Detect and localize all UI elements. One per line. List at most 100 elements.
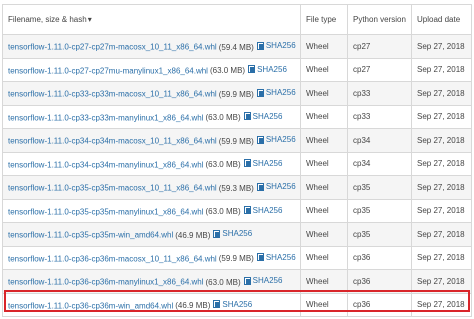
sha256-link[interactable]: SHA256: [256, 88, 296, 97]
file-download-link[interactable]: tensorflow-1.11.0-cp34-cp34m-manylinux1_…: [8, 160, 204, 169]
file-size: (63.0 MB): [205, 207, 241, 216]
copy-icon: [243, 112, 251, 120]
file-download-link[interactable]: tensorflow-1.11.0-cp35-cp35m-macosx_10_1…: [8, 184, 217, 193]
python-version-cell: cp36: [347, 292, 412, 317]
upload-date-cell: Sep 27, 2018: [411, 151, 472, 176]
file-size: (63.0 MB): [205, 113, 241, 122]
filename-cell: tensorflow-1.11.0-cp36-cp36m-win_amd64.w…: [2, 292, 301, 317]
file-download-link[interactable]: tensorflow-1.11.0-cp35-cp35m-manylinux1_…: [8, 207, 204, 216]
upload-date-cell: Sep 27, 2018: [411, 34, 472, 59]
sha256-link[interactable]: SHA256: [256, 135, 296, 144]
filename-cell: tensorflow-1.11.0-cp27-cp27m-macosx_10_1…: [2, 34, 301, 59]
file-type-cell: Wheel: [300, 198, 348, 223]
file-download-link[interactable]: tensorflow-1.11.0-cp36-cp36m-macosx_10_1…: [8, 254, 217, 263]
sha256-label: SHA256: [252, 158, 283, 168]
file-download-link[interactable]: tensorflow-1.11.0-cp27-cp27m-macosx_10_1…: [8, 43, 217, 52]
file-size: (63.0 MB): [209, 66, 246, 75]
file-size: (59.9 MB): [218, 89, 254, 99]
file-download-link[interactable]: tensorflow-1.11.0-cp27-cp27mu-manylinux1…: [8, 66, 208, 75]
python-version-cell: cp36: [347, 269, 412, 294]
python-version-cell: cp35: [347, 198, 412, 223]
sha256-link[interactable]: SHA256: [243, 111, 283, 121]
filename-cell: tensorflow-1.11.0-cp35-cp35m-manylinux1_…: [2, 198, 301, 223]
table-row: tensorflow-1.11.0-cp34-cp34m-macosx_10_1…: [2, 128, 472, 153]
filename-cell: tensorflow-1.11.0-cp27-cp27mu-manylinux1…: [2, 57, 301, 82]
header-filename[interactable]: Filename, size & hash▾: [2, 4, 301, 35]
copy-icon: [243, 276, 251, 285]
download-files-panel: Filename, size & hash▾ File type Python …: [0, 0, 474, 319]
table-row: tensorflow-1.11.0-cp35-cp35m-win_amd64.w…: [2, 222, 472, 247]
sha256-link[interactable]: SHA256: [243, 205, 283, 215]
upload-date-cell: Sep 27, 2018: [411, 128, 472, 153]
sha256-label: SHA256: [252, 276, 283, 285]
sha256-label: SHA256: [252, 111, 283, 121]
table-row: tensorflow-1.11.0-cp35-cp35m-manylinux1_…: [2, 198, 472, 223]
file-size: (59.9 MB): [218, 136, 254, 146]
sha256-link[interactable]: SHA256: [213, 300, 252, 309]
copy-icon: [243, 206, 251, 214]
python-version-cell: cp33: [347, 81, 412, 106]
sha256-link[interactable]: SHA256: [213, 229, 252, 238]
sha256-link[interactable]: SHA256: [256, 182, 296, 191]
file-download-link[interactable]: tensorflow-1.11.0-cp36-cp36m-manylinux1_…: [8, 278, 204, 287]
files-table: Filename, size & hash▾ File type Python …: [2, 4, 472, 317]
sha256-link[interactable]: SHA256: [243, 158, 283, 168]
file-download-link[interactable]: tensorflow-1.11.0-cp33-cp33m-manylinux1_…: [8, 113, 204, 122]
file-download-link[interactable]: tensorflow-1.11.0-cp36-cp36m-win_amd64.w…: [8, 301, 173, 310]
sha256-label: SHA256: [257, 64, 287, 74]
sha256-label: SHA256: [265, 41, 296, 50]
filename-cell: tensorflow-1.11.0-cp34-cp34m-manylinux1_…: [2, 151, 301, 176]
sha256-link[interactable]: SHA256: [243, 276, 283, 285]
sha256-label: SHA256: [252, 205, 283, 215]
upload-date-cell: Sep 27, 2018: [411, 245, 472, 270]
file-download-link[interactable]: tensorflow-1.11.0-cp34-cp34m-macosx_10_1…: [8, 137, 217, 146]
upload-date-cell: Sep 27, 2018: [411, 222, 472, 247]
file-size: (63.0 MB): [205, 160, 241, 169]
sha256-label: SHA256: [265, 88, 296, 97]
sha256-link[interactable]: SHA256: [248, 65, 287, 74]
file-type-cell: Wheel: [300, 128, 348, 153]
copy-icon: [248, 65, 256, 73]
file-type-cell: Wheel: [300, 292, 348, 317]
python-version-cell: cp27: [347, 34, 412, 59]
table-row: tensorflow-1.11.0-cp34-cp34m-manylinux1_…: [2, 151, 472, 176]
upload-date-cell: Sep 27, 2018: [411, 57, 472, 82]
sha256-label: SHA256: [265, 182, 296, 191]
python-version-cell: cp36: [347, 245, 412, 270]
filename-cell: tensorflow-1.11.0-cp35-cp35m-macosx_10_1…: [2, 175, 301, 200]
sort-icon: ▾: [87, 15, 92, 24]
file-type-cell: Wheel: [300, 34, 348, 59]
file-download-link[interactable]: tensorflow-1.11.0-cp35-cp35m-win_amd64.w…: [8, 231, 173, 240]
copy-icon: [256, 41, 264, 50]
sha256-label: SHA256: [265, 252, 296, 262]
table-row: tensorflow-1.11.0-cp27-cp27m-macosx_10_1…: [2, 34, 472, 59]
copy-icon: [213, 300, 221, 308]
table-row: tensorflow-1.11.0-cp33-cp33m-manylinux1_…: [2, 104, 472, 129]
file-size: (59.9 MB): [218, 254, 254, 263]
upload-date-cell: Sep 27, 2018: [411, 198, 472, 223]
table-row: tensorflow-1.11.0-cp36-cp36m-macosx_10_1…: [2, 245, 472, 270]
header-file-type: File type: [300, 4, 348, 35]
table-row: tensorflow-1.11.0-cp33-cp33m-macosx_10_1…: [2, 81, 472, 106]
sha256-label: SHA256: [265, 135, 296, 144]
header-filename-label: Filename, size & hash: [8, 15, 87, 24]
copy-icon: [256, 135, 264, 144]
table-row: tensorflow-1.11.0-cp27-cp27mu-manylinux1…: [2, 57, 472, 82]
table-row: tensorflow-1.11.0-cp36-cp36m-win_amd64.w…: [2, 292, 472, 317]
filename-cell: tensorflow-1.11.0-cp36-cp36m-manylinux1_…: [2, 269, 301, 294]
sha256-link[interactable]: SHA256: [256, 41, 296, 50]
sha256-label: SHA256: [222, 299, 253, 309]
copy-icon: [213, 229, 221, 238]
python-version-cell: cp27: [347, 57, 412, 82]
python-version-cell: cp34: [347, 151, 412, 176]
python-version-cell: cp35: [347, 222, 412, 247]
sha256-link[interactable]: SHA256: [256, 252, 296, 262]
python-version-cell: cp34: [347, 128, 412, 153]
file-download-link[interactable]: tensorflow-1.11.0-cp33-cp33m-macosx_10_1…: [8, 90, 217, 99]
copy-icon: [243, 159, 251, 167]
upload-date-cell: Sep 27, 2018: [411, 175, 472, 200]
python-version-cell: cp33: [347, 104, 412, 129]
file-type-cell: Wheel: [300, 175, 348, 200]
filename-cell: tensorflow-1.11.0-cp34-cp34m-macosx_10_1…: [2, 128, 301, 153]
upload-date-cell: Sep 27, 2018: [411, 81, 472, 106]
